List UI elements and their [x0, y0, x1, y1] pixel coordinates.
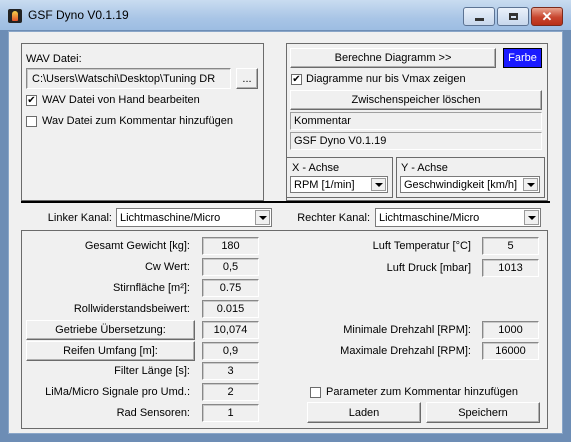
wheel-sensors-label: Rad Sensoren:: [116, 407, 190, 419]
cw-field[interactable]: 0,5: [202, 258, 259, 276]
comment-label: Kommentar: [290, 112, 542, 130]
separator: [21, 201, 550, 203]
right-channel-value: Lichtmaschine/Micro: [379, 211, 480, 224]
chevron-down-icon[interactable]: [523, 178, 538, 191]
load-button[interactable]: Laden: [307, 402, 421, 423]
save-button[interactable]: Speichern: [426, 402, 540, 423]
tire-circumference-button[interactable]: Reifen Umfang [m]:: [26, 341, 195, 361]
maximize-icon: [508, 13, 518, 20]
tire-circumference-field[interactable]: 0,9: [202, 342, 259, 360]
browse-button[interactable]: ...: [236, 68, 258, 89]
close-icon: ✕: [541, 9, 553, 24]
wav-to-comment-label: Wav Datei zum Kommentar hinzufügen: [42, 115, 233, 127]
rolling-resistance-label: Rollwiderstandsbeiwert:: [73, 303, 190, 315]
air-pressure-label: Luft Druck [mbar]: [386, 262, 471, 274]
weight-field[interactable]: 180: [202, 237, 259, 255]
left-channel-select[interactable]: Lichtmaschine/Micro: [116, 208, 272, 227]
lima-signals-field[interactable]: 2: [202, 383, 259, 401]
air-temp-field[interactable]: 5: [482, 237, 539, 255]
right-channel-select[interactable]: Lichtmaschine/Micro: [375, 208, 541, 227]
air-pressure-field[interactable]: 1013: [482, 259, 539, 277]
wheel-sensors-field[interactable]: 1: [202, 404, 259, 422]
filter-length-field[interactable]: 3: [202, 362, 259, 380]
window-title: GSF Dyno V0.1.19: [28, 8, 129, 22]
param-comment-label: Parameter zum Kommentar hinzufügen: [326, 386, 518, 398]
gear-ratio-field[interactable]: 10,074: [202, 321, 259, 339]
wav-to-comment-checkbox[interactable]: [26, 116, 37, 127]
clear-cache-button[interactable]: Zwischenspeicher löschen: [290, 90, 542, 110]
app-icon: [8, 9, 22, 23]
vmax-checkbox[interactable]: ✔: [291, 74, 302, 85]
vmax-label: Diagramme nur bis Vmax zeigen: [306, 73, 466, 85]
weight-label: Gesamt Gewicht [kg]:: [84, 240, 190, 252]
x-axis-select[interactable]: RPM [1/min]: [290, 176, 388, 193]
close-button[interactable]: ✕: [531, 7, 563, 26]
x-axis-title: X - Achse: [290, 161, 342, 175]
min-rpm-label: Minimale Drehzahl [RPM]:: [343, 324, 471, 336]
minimize-button[interactable]: [463, 7, 495, 26]
right-channel-label: Rechter Kanal:: [297, 212, 370, 224]
max-rpm-label: Maximale Drehzahl [RPM]:: [340, 345, 471, 357]
max-rpm-field[interactable]: 16000: [482, 342, 539, 360]
manual-edit-label: WAV Datei von Hand bearbeiten: [42, 94, 200, 106]
gear-ratio-button[interactable]: Getriebe Übersetzung:: [26, 320, 195, 340]
title-bar[interactable]: GSF Dyno V0.1.19 ✕: [0, 0, 571, 30]
minimize-icon: [474, 18, 484, 21]
wav-path-field[interactable]: C:\Users\Watschi\Desktop\Tuning DR: [26, 68, 231, 89]
y-axis-value: Geschwindigkeit [km/h]: [404, 178, 518, 191]
compute-diagram-button[interactable]: Berechne Diagramm >>: [290, 48, 496, 68]
chevron-down-icon[interactable]: [255, 210, 270, 225]
x-axis-value: RPM [1/min]: [294, 178, 355, 191]
rolling-resistance-field[interactable]: 0.015: [202, 300, 259, 318]
filter-length-label: Filter Länge [s]:: [114, 365, 190, 377]
frontal-area-field[interactable]: 0.75: [202, 279, 259, 297]
wav-file-label: WAV Datei:: [26, 53, 82, 65]
y-axis-select[interactable]: Geschwindigkeit [km/h]: [400, 176, 540, 193]
left-channel-label: Linker Kanal:: [47, 212, 112, 224]
manual-edit-checkbox[interactable]: ✔: [26, 95, 37, 106]
comment-field[interactable]: GSF Dyno V0.1.19: [290, 132, 542, 150]
min-rpm-field[interactable]: 1000: [482, 321, 539, 339]
air-temp-label: Luft Temperatur [°C]: [372, 240, 471, 252]
y-axis-title: Y - Achse: [399, 161, 450, 175]
color-button[interactable]: Farbe: [503, 48, 542, 68]
chevron-down-icon[interactable]: [371, 178, 386, 191]
left-channel-value: Lichtmaschine/Micro: [120, 211, 221, 224]
lima-signals-label: LiMa/Micro Signale pro Umd.:: [45, 386, 190, 398]
frontal-area-label: Stirnfläche [m²]:: [112, 282, 190, 294]
param-comment-checkbox[interactable]: [310, 387, 321, 398]
maximize-button[interactable]: [497, 7, 529, 26]
chevron-down-icon[interactable]: [524, 210, 539, 225]
cw-label: Cw Wert:: [144, 261, 190, 273]
